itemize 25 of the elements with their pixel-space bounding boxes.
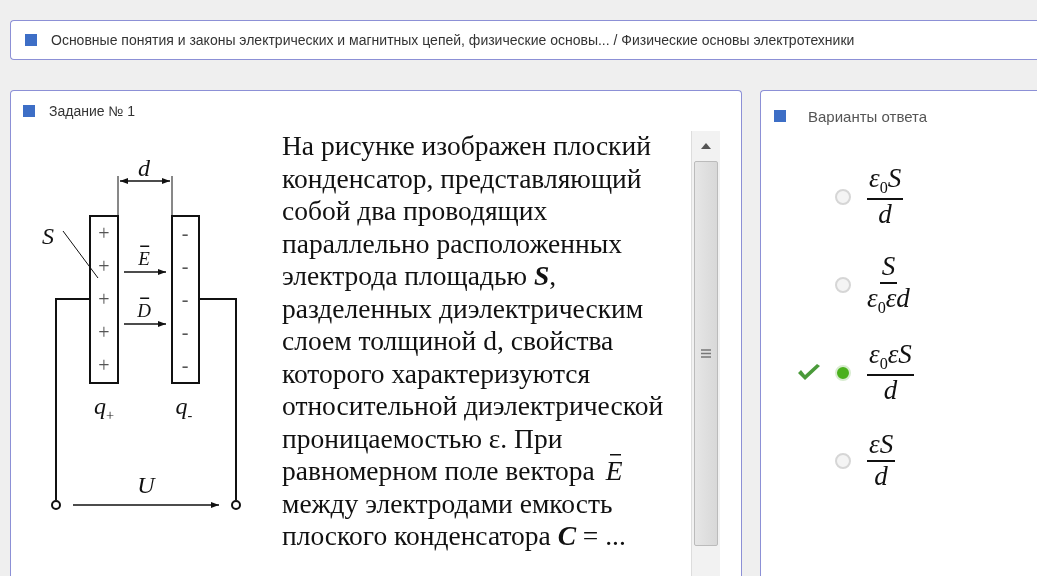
answer-formula: S ε$_{0}$εd <box>867 252 910 318</box>
diagram-label: q$_{+}$ <box>93 393 115 423</box>
diagram-label: + <box>98 223 110 243</box>
diagram-label: S <box>42 224 54 248</box>
answer-formula: εS d <box>867 430 896 492</box>
breadcrumb-text: Основные понятия и законы электрических и магнитных цепей, физические основы... / Физические основы электротехники <box>51 32 855 48</box>
diagram-label: D <box>137 296 151 320</box>
task-title: Задание № 1 <box>49 103 136 119</box>
diagram-label: + <box>98 355 110 375</box>
diagram-label: q$_{-}$ <box>175 393 193 423</box>
diagram-label: E <box>138 244 150 268</box>
answer-formula: ε$_{0}$S d <box>867 164 904 230</box>
diagram-label: U <box>137 473 155 497</box>
diagram-label: - <box>181 223 189 243</box>
question-text: На рисунке изображен плоский конденсатор, представляющий собой два проводящих параллельно расположенных электрода площадью S, разделенных диэлектрическим слоем толщиной d, свойства которого характеризуются относительной диэлектрической проницаемостью ε. При равномерном поле вектора E между электродами емкость плоского конденсатора C = ... <box>282 130 665 553</box>
diagram-label: + <box>98 289 110 309</box>
answers-title: Варианты ответа <box>808 107 928 125</box>
diagram-label: + <box>98 256 110 276</box>
answer-formula: ε$_{0}$εS d <box>867 340 914 406</box>
diagram-label: - <box>181 322 189 342</box>
diagram-label: - <box>181 289 189 309</box>
diagram-label: - <box>181 256 189 276</box>
diagram-label: - <box>181 355 189 375</box>
diagram-label: + <box>98 322 110 342</box>
diagram-label: d <box>138 156 150 180</box>
